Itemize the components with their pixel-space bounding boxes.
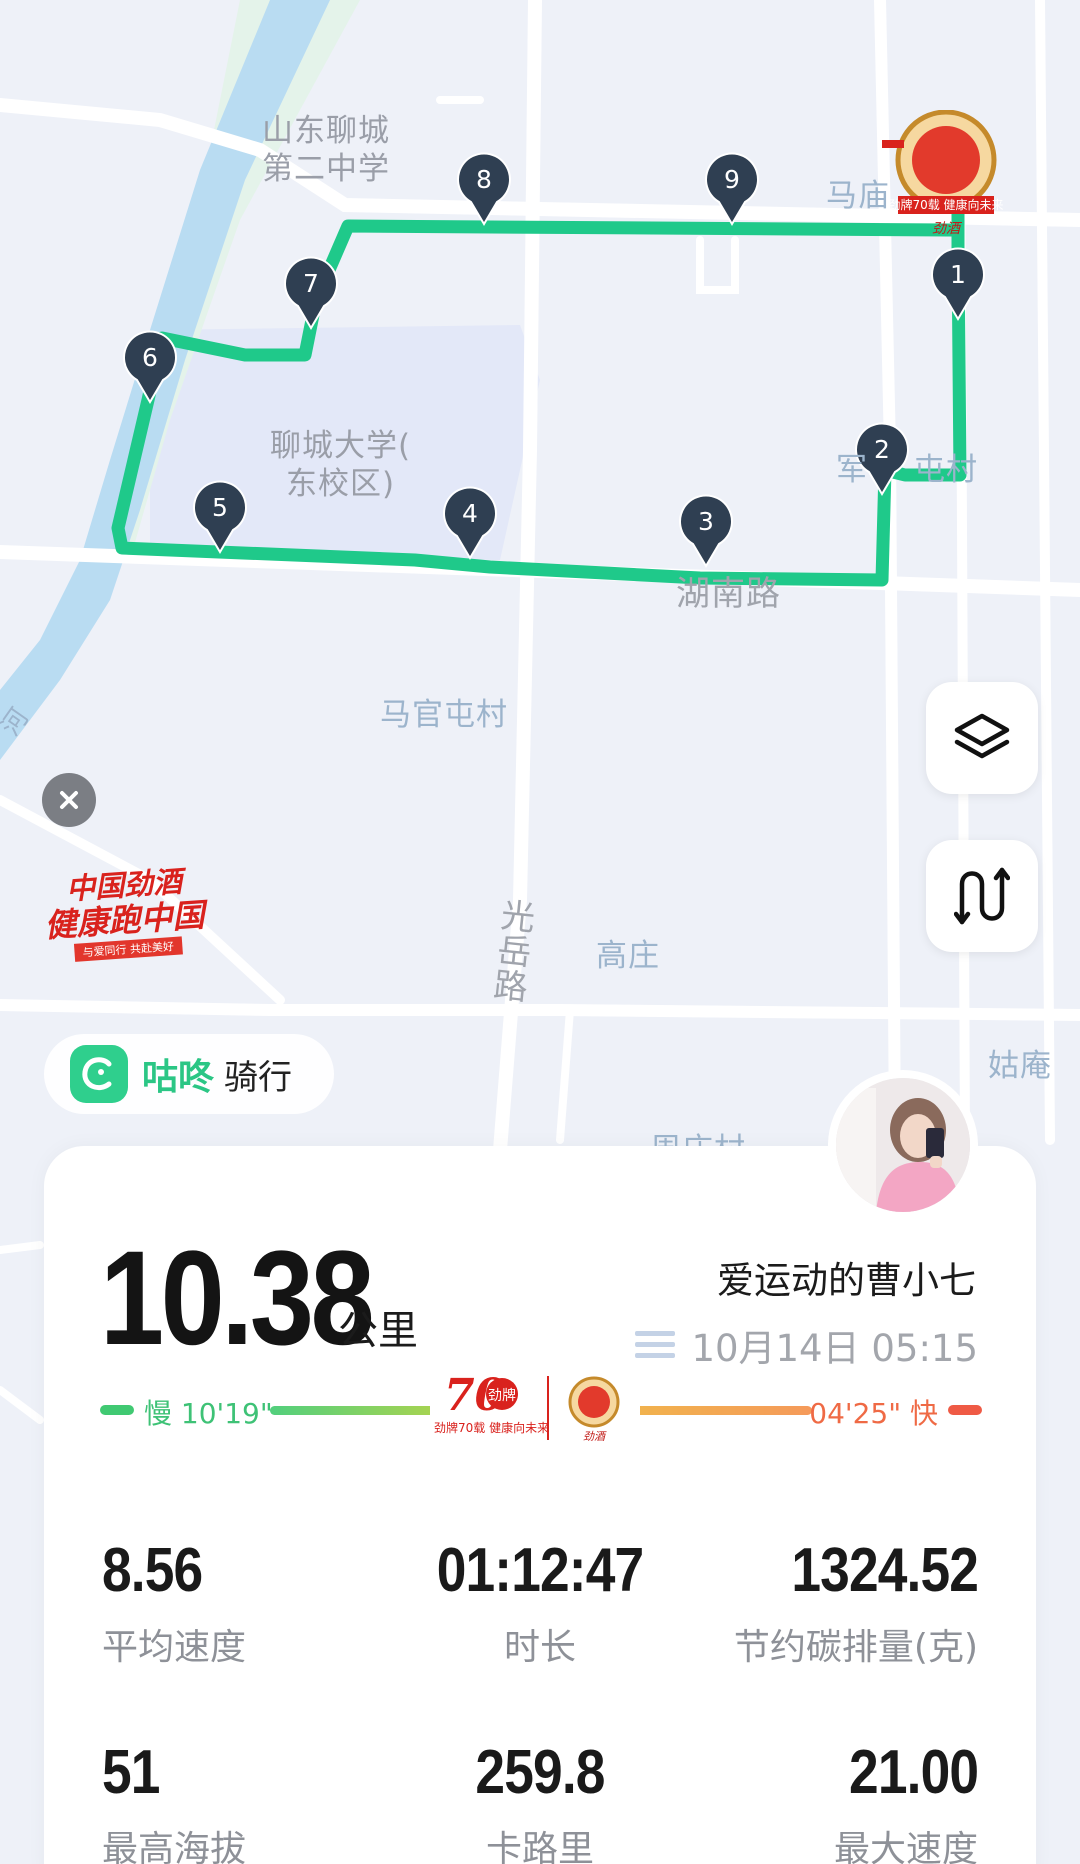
stat-label: 最高海拔 (102, 1829, 247, 1864)
marker-label: 1 (950, 260, 966, 289)
marker-label: 3 (698, 507, 714, 536)
app-chip[interactable]: 咕咚 骑行 (44, 1034, 334, 1114)
stat-label: 卡路里 (485, 1829, 594, 1864)
route-marker-8[interactable]: 8 (457, 152, 511, 226)
ad-banner[interactable]: 中国劲酒 健康跑中国 与爱同行 共赴美好 (41, 862, 217, 966)
layers-button[interactable] (926, 682, 1038, 794)
stat-value: 1324.52 (791, 1536, 979, 1605)
avatar-photo (836, 1078, 970, 1212)
stat-max-altitude: 51 最高海拔 (102, 1738, 246, 1864)
stat-value: 259.8 (475, 1738, 605, 1807)
svg-text:劲酒: 劲酒 (583, 1430, 607, 1443)
stat-value: 21.00 (848, 1738, 979, 1807)
pace-legend: 慢 10'19" 70 劲牌 劲牌70载 健康向未来 劲酒 04'25" 快 (100, 1370, 982, 1450)
route-marker-6[interactable]: 6 (123, 330, 177, 404)
distance-value: 10.38 (100, 1224, 375, 1373)
brand-badge-logo: 劲牌70载 健康向未来 劲酒 (876, 109, 1006, 240)
route-marker-9[interactable]: 9 (705, 152, 759, 226)
stat-label: 时长 (503, 1627, 576, 1668)
marker-label: 2 (874, 435, 890, 464)
route-marker-5[interactable]: 5 (193, 480, 247, 554)
marker-label: 7 (303, 269, 319, 298)
stat-carbon-saved: 1324.52 节约碳排量(克) (733, 1536, 979, 1670)
map-label-gaozhuang: 高庄 (596, 938, 660, 974)
close-icon (60, 791, 78, 809)
marker-label: 4 (462, 499, 478, 528)
pace-fast-swatch (948, 1405, 982, 1415)
stat-calories: 259.8 卡路里 (400, 1738, 680, 1864)
route-marker-7[interactable]: 7 (284, 256, 338, 330)
stat-value: 8.56 (102, 1536, 203, 1605)
svg-text:劲牌: 劲牌 (488, 1387, 516, 1404)
layers-icon (954, 713, 1010, 759)
map-label-jun: 军 (836, 452, 868, 488)
datetime-text: 10月14日 05:15 (691, 1327, 978, 1370)
username: 爱运动的曹小七 (717, 1259, 976, 1302)
app-logo-icon (70, 1045, 128, 1103)
pace-slow-swatch (100, 1405, 134, 1415)
stat-label: 最大速度 (833, 1829, 978, 1864)
marker-label: 8 (476, 165, 492, 194)
map-label-school: 山东聊城 第二中学 (262, 113, 390, 187)
svg-text:劲牌70载 健康向未来: 劲牌70载 健康向未来 (888, 197, 1003, 212)
avatar[interactable] (828, 1070, 978, 1220)
map-label-guan: 姑庵 (988, 1048, 1052, 1084)
stat-value: 51 (102, 1738, 160, 1807)
close-ad-button[interactable] (42, 773, 96, 827)
pace-sponsor-logo: 70 劲牌 劲牌70载 健康向未来 劲酒 (430, 1370, 640, 1450)
marker-label: 9 (724, 165, 740, 194)
activity-type: 骑行 (224, 1057, 293, 1098)
stat-label: 节约碳排量(克) (733, 1627, 978, 1668)
pace-logo-text: 劲牌70载 健康向未来 (434, 1420, 549, 1435)
route-toggle-button[interactable] (926, 840, 1038, 952)
route-marker-1[interactable]: 1 (931, 247, 985, 321)
marker-label: 5 (212, 493, 228, 522)
marker-label: 6 (142, 343, 158, 372)
map-label-hunan-road: 湖南路 (676, 574, 781, 614)
route-marker-3[interactable]: 3 (679, 494, 733, 568)
distance-unit: 公里 (338, 1308, 418, 1354)
map-label-university: 聊城大学( 东校区) (270, 428, 412, 502)
svg-text:劲酒: 劲酒 (932, 221, 963, 237)
list-icon (635, 1331, 676, 1358)
map-label-jun-suffix: 屯村 (914, 452, 978, 488)
stat-avg-speed: 8.56 平均速度 (102, 1536, 246, 1670)
map-label-guangyue-road: 光岳路 (485, 896, 537, 1005)
route-wave-icon (954, 867, 1010, 925)
activity-datetime: 10月14日 05:15 (635, 1318, 978, 1372)
pace-slow-label: 慢 10'19" (144, 1397, 273, 1430)
stat-duration: 01:12:47 时长 (400, 1536, 680, 1670)
route-marker-4[interactable]: 4 (443, 486, 497, 560)
map-label-maguantun: 马官屯村 (380, 697, 508, 733)
pace-fast-label: 04'25" 快 (809, 1397, 938, 1430)
app-name: 咕咚 (142, 1057, 215, 1098)
stat-max-speed: 21.00 最大速度 (828, 1738, 979, 1864)
stat-label: 平均速度 (102, 1627, 247, 1668)
stat-value: 01:12:47 (436, 1536, 644, 1605)
